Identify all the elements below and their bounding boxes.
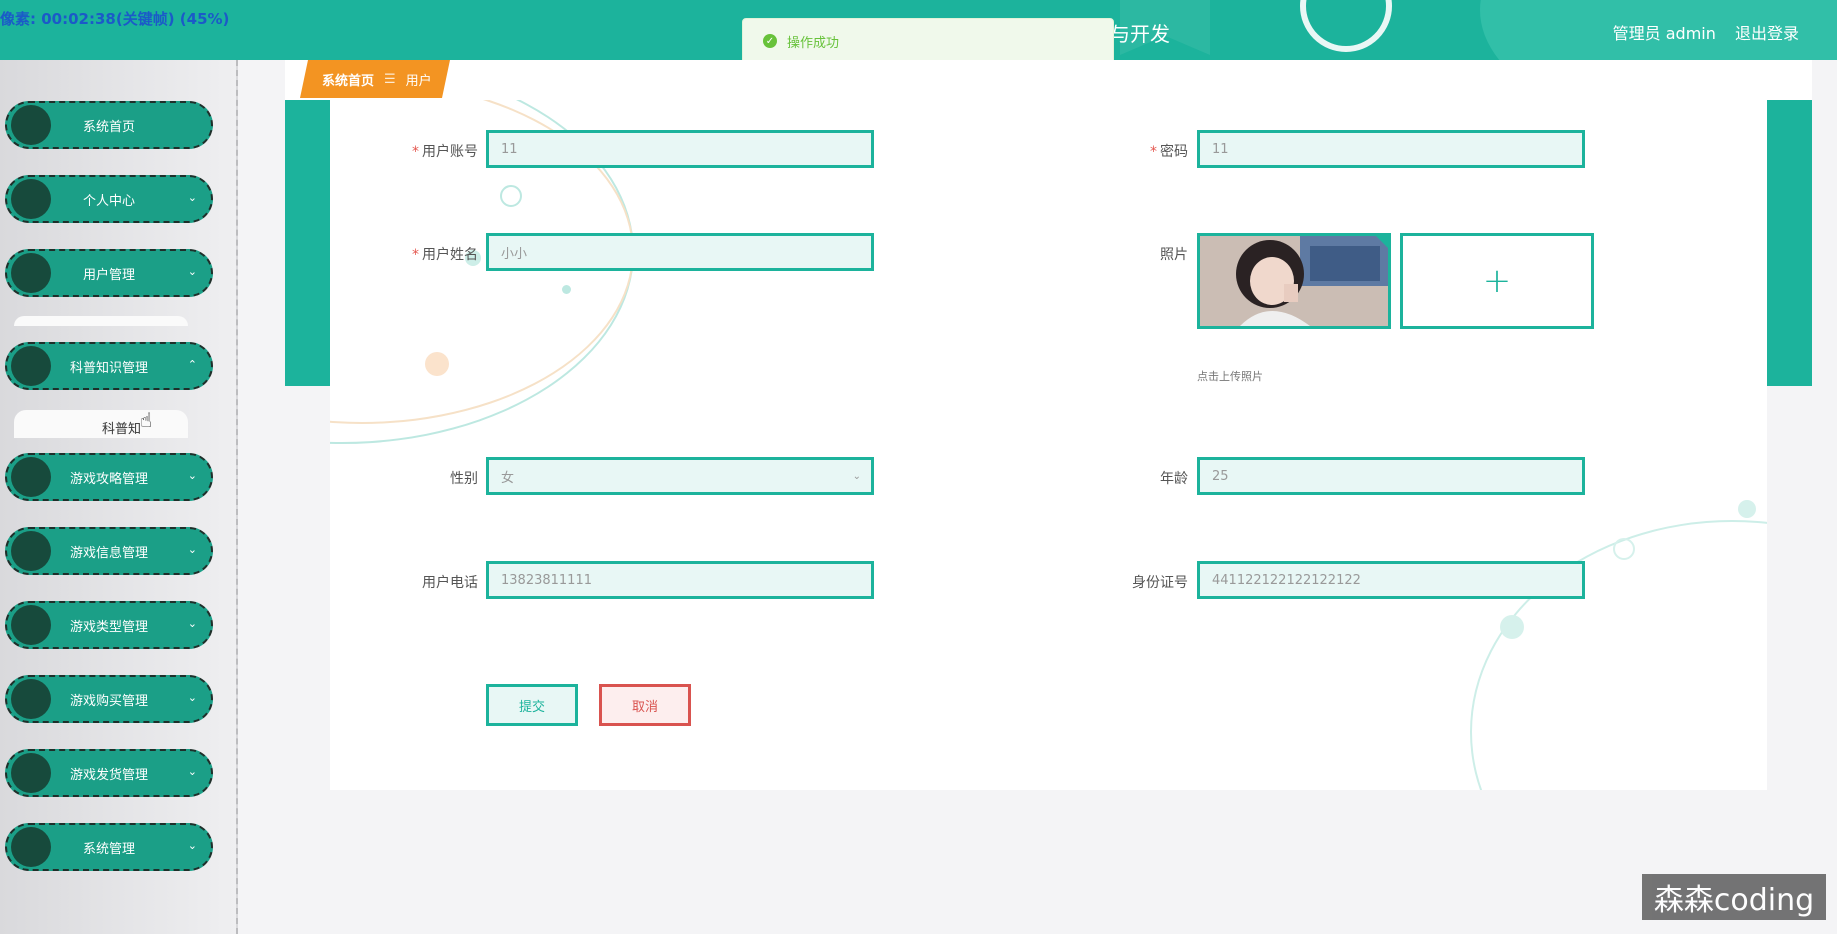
admin-user-label: 管理员 admin xyxy=(1612,24,1716,43)
sidebar-item-personal-center[interactable]: 个人中心 ⌄ xyxy=(5,175,213,223)
chevron-down-icon: ⌄ xyxy=(187,765,197,778)
chevron-down-icon: ⌄ xyxy=(187,265,197,278)
breadcrumb-home[interactable]: 系统首页 xyxy=(322,70,374,89)
required-marker: * xyxy=(412,247,419,263)
breadcrumb-bar xyxy=(285,60,1812,100)
cancel-button[interactable]: 取消 xyxy=(599,684,691,726)
chevron-down-icon: ⌄ xyxy=(187,617,197,630)
breadcrumb-separator-icon: ☰ xyxy=(384,71,396,87)
sidebar-item-label: 系统首页 xyxy=(82,119,135,135)
sidebar-item-label: 游戏发货管理 xyxy=(69,767,148,783)
sidebar-item-user-management[interactable]: 用户管理 ⌄ xyxy=(5,249,213,297)
photo-upload-hint: 点击上传照片 xyxy=(1197,370,1263,383)
submenu-item-science-knowledge[interactable]: 科普知 xyxy=(14,410,188,438)
id-card-label: 身份证号 xyxy=(1132,575,1188,591)
sidebar-item-label: 游戏类型管理 xyxy=(69,619,148,635)
mouse-cursor-icon: ☝ xyxy=(140,408,153,432)
plus-icon: + xyxy=(1482,261,1512,301)
gender-select[interactable]: 女 ⌄ xyxy=(486,457,874,495)
sidebar-item-label: 游戏购买管理 xyxy=(69,693,148,709)
chevron-down-icon: ⌄ xyxy=(187,469,197,482)
id-card-input[interactable]: 441122122122122122 xyxy=(1197,561,1585,599)
sidebar-item-label: 游戏信息管理 xyxy=(69,545,148,561)
account-label: * 用户账号 xyxy=(358,141,478,161)
submit-button[interactable]: 提交 xyxy=(486,684,578,726)
toast-message: 操作成功 xyxy=(787,35,840,51)
sidebar-item-game-shipping[interactable]: 游戏发货管理 ⌄ xyxy=(5,749,213,797)
required-marker: * xyxy=(412,144,419,160)
gender-select-value: 女 xyxy=(501,470,515,486)
watermark: 森森coding xyxy=(1642,874,1826,920)
decorative-bubble xyxy=(1500,615,1524,639)
decorative-bubble xyxy=(1738,500,1756,518)
chevron-down-icon: ⌄ xyxy=(187,839,197,852)
sidebar-item-label: 游戏攻略管理 xyxy=(69,471,148,487)
decorative-bubble xyxy=(1613,538,1635,560)
check-circle-icon: ✓ xyxy=(763,34,777,48)
sidebar-item-label: 科普知识管理 xyxy=(69,360,148,376)
photo-thumbnail[interactable] xyxy=(1197,233,1391,329)
sidebar-item-home[interactable]: 系统首页 xyxy=(5,101,213,149)
sidebar-item-label: 个人中心 xyxy=(82,193,135,209)
photo-upload-button[interactable]: + xyxy=(1400,233,1594,329)
submenu-item-label: 科普知 xyxy=(102,422,142,437)
sidebar-item-label: 用户管理 xyxy=(82,267,135,283)
chevron-down-icon: ⌄ xyxy=(187,543,197,556)
user-info: 管理员 admin 退出登录 xyxy=(1599,20,1799,44)
photo-label: 照片 xyxy=(1160,247,1188,263)
logout-link[interactable]: 退出登录 xyxy=(1735,24,1799,43)
sidebar-item-game-purchase[interactable]: 游戏购买管理 ⌄ xyxy=(5,675,213,723)
system-title: 与开发 xyxy=(1110,22,1170,46)
password-label: * 密码 xyxy=(1068,141,1188,161)
decorative-bubble xyxy=(425,352,449,376)
photo-image xyxy=(1200,236,1388,326)
account-input[interactable]: 11 xyxy=(486,130,874,168)
password-label-text: 密码 xyxy=(1160,144,1188,160)
gender-label: 性别 xyxy=(450,471,478,487)
account-label-text: 用户账号 xyxy=(422,144,478,160)
age-label: 年龄 xyxy=(1160,471,1188,487)
chevron-down-icon: ⌄ xyxy=(187,191,197,204)
sidebar-item-game-type[interactable]: 游戏类型管理 ⌄ xyxy=(5,601,213,649)
name-label: * 用户姓名 xyxy=(358,244,478,264)
success-toast: ✓ 操作成功 xyxy=(742,18,1114,64)
sidebar-item-game-guide[interactable]: 游戏攻略管理 ⌄ xyxy=(5,453,213,501)
chevron-up-icon: ⌃ xyxy=(187,358,197,371)
header-decoration-circle xyxy=(1300,0,1392,52)
phone-input[interactable]: 13823811111 xyxy=(486,561,874,599)
password-input[interactable]: 11 xyxy=(1197,130,1585,168)
decorative-bubble xyxy=(500,185,522,207)
decorative-bubble xyxy=(562,285,571,294)
required-marker: * xyxy=(1150,144,1157,160)
sidebar-item-science-knowledge[interactable]: 科普知识管理 ⌃ xyxy=(5,342,213,390)
name-input[interactable]: 小小 xyxy=(486,233,874,271)
sidebar-item-game-info[interactable]: 游戏信息管理 ⌄ xyxy=(5,527,213,575)
sidebar-item-system-management[interactable]: 系统管理 ⌄ xyxy=(5,823,213,871)
age-input[interactable]: 25 xyxy=(1197,457,1585,495)
chevron-down-icon: ⌄ xyxy=(187,691,197,704)
sidebar-item-label: 系统管理 xyxy=(82,841,135,857)
recording-overlay-text: 像素: 00:02:38(关键帧) (45%) xyxy=(0,10,230,28)
phone-label: 用户电话 xyxy=(422,575,478,591)
chevron-down-icon: ⌄ xyxy=(852,471,861,482)
breadcrumb: 系统首页 ☰ 用户 xyxy=(300,60,450,98)
submenu-collapsed-stub xyxy=(14,316,188,326)
breadcrumb-current: 用户 xyxy=(405,73,432,89)
name-label-text: 用户姓名 xyxy=(422,247,478,263)
